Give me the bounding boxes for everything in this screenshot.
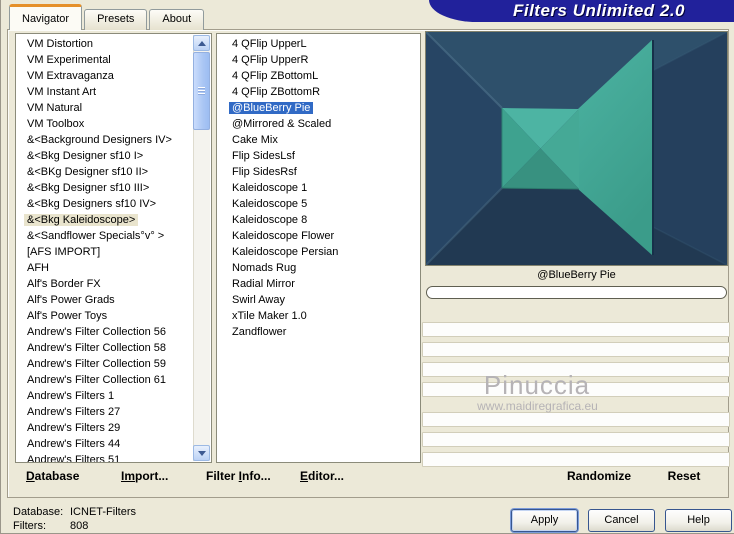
list-item[interactable]: Andrew's Filter Collection 58 [16, 340, 193, 356]
list-item[interactable]: VM Extravaganza [16, 68, 193, 84]
list-item[interactable]: &<Background Designers IV> [16, 132, 193, 148]
list-item[interactable]: AFH [16, 260, 193, 276]
filter-listbox: 4 QFlip UpperL 4 QFlip UpperR 4 QFlip ZBot… [216, 33, 421, 463]
tab-navigator[interactable]: Navigator [9, 4, 83, 30]
list-item[interactable]: 4 QFlip UpperR [217, 52, 420, 68]
preview-image[interactable] [425, 31, 728, 266]
list-item[interactable]: &<Sandflower Specials°v° > [16, 228, 193, 244]
list-item[interactable]: Zandflower [217, 324, 420, 340]
list-item[interactable]: Radial Mirror [217, 276, 420, 292]
category-listbox: VM Distortion VM Experimental VM Extravaga… [15, 33, 212, 463]
list-item[interactable]: &<Bkg Designer sf10 I> [16, 148, 193, 164]
parameter-row [422, 342, 730, 357]
editor-button[interactable]: Editor... [300, 469, 344, 483]
list-item[interactable]: Alf's Power Toys [16, 308, 193, 324]
list-item[interactable]: @Mirrored & Scaled [217, 116, 420, 132]
scroll-up-icon[interactable] [193, 35, 210, 51]
tab-about[interactable]: About [149, 9, 205, 30]
list-item[interactable]: Andrew's Filters 29 [16, 420, 193, 436]
list-item[interactable]: Andrew's Filter Collection 56 [16, 324, 193, 340]
parameter-row [422, 432, 730, 447]
list-item[interactable]: Alf's Border FX [16, 276, 193, 292]
tab-bar: Navigator Presets About [9, 4, 206, 30]
list-item[interactable]: Swirl Away [217, 292, 420, 308]
thumb-grip-icon [198, 86, 205, 96]
apply-button[interactable]: Apply [511, 509, 578, 532]
preview-caption: @BlueBerry Pie [537, 269, 616, 281]
status-database: Database: ICNET-Filters [13, 506, 136, 518]
scroll-down-icon[interactable] [193, 445, 210, 461]
filters-unlimited-dialog: Filters Unlimited 2.0 Navigator Presets … [0, 0, 734, 534]
list-item[interactable]: VM Instant Art [16, 84, 193, 100]
list-item[interactable]: Andrew's Filters 27 [16, 404, 193, 420]
parameter-row [422, 452, 730, 467]
status-filters: Filters: 808 [13, 520, 89, 532]
list-item[interactable]: Andrew's Filter Collection 61 [16, 372, 193, 388]
list-item[interactable]: Andrew's Filters 44 [16, 436, 193, 452]
list-item[interactable]: VM Experimental [16, 52, 193, 68]
list-item[interactable]: Alf's Power Grads [16, 292, 193, 308]
list-item[interactable]: Kaleidoscope 1 [217, 180, 420, 196]
list-item[interactable]: 4 QFlip ZBottomR [217, 84, 420, 100]
list-item[interactable]: Cake Mix [217, 132, 420, 148]
import-button[interactable]: Import... [121, 469, 168, 483]
randomize-button[interactable]: Randomize [539, 469, 659, 483]
list-item[interactable]: Andrew's Filters 51 [16, 452, 193, 462]
list-item[interactable]: Kaleidoscope 5 [217, 196, 420, 212]
list-item[interactable]: VM Distortion [16, 36, 193, 52]
app-title: Filters Unlimited 2.0 [512, 1, 686, 20]
scrollbar-thumb[interactable] [193, 52, 210, 130]
list-item[interactable]: &<Bkg Designer sf10 III> [16, 180, 193, 196]
database-button[interactable]: Database [26, 469, 79, 483]
list-item[interactable]: VM Natural [16, 100, 193, 116]
parameter-row [422, 412, 730, 427]
list-item[interactable]: Kaleidoscope Flower [217, 228, 420, 244]
watermark-url: www.maidiregrafica.eu [477, 399, 598, 413]
list-item[interactable]: 4 QFlip ZBottomL [217, 68, 420, 84]
list-item[interactable]: xTile Maker 1.0 [217, 308, 420, 324]
list-item[interactable]: &<BKg Designer sf10 II> [16, 164, 193, 180]
list-item[interactable]: Kaleidoscope Persian [217, 244, 420, 260]
progress-bar [426, 286, 727, 299]
list-item[interactable]: &<Bkg Kaleidoscope> [16, 212, 193, 228]
filter-list: 4 QFlip UpperL 4 QFlip UpperR 4 QFlip ZBot… [217, 36, 420, 340]
list-item[interactable]: [AFS IMPORT] [16, 244, 193, 260]
help-button[interactable]: Help [665, 509, 732, 532]
list-item[interactable]: Nomads Rug [217, 260, 420, 276]
tab-presets[interactable]: Presets [84, 9, 148, 30]
list-item[interactable]: VM Toolbox [16, 116, 193, 132]
parameter-row [422, 322, 730, 337]
filter-info-button[interactable]: Filter Info... [206, 469, 271, 483]
cancel-button[interactable]: Cancel [588, 509, 655, 532]
list-item[interactable]: &<Bkg Designers sf10 IV> [16, 196, 193, 212]
category-scrollbar[interactable] [193, 35, 210, 461]
watermark-name: Pinuccia [483, 370, 591, 400]
reset-button[interactable]: Reset [649, 469, 719, 483]
list-item[interactable]: Flip SidesRsf [217, 164, 420, 180]
list-item[interactable]: @BlueBerry Pie [217, 100, 420, 116]
category-list: VM Distortion VM Experimental VM Extravaga… [16, 36, 193, 462]
list-item[interactable]: Andrew's Filters 1 [16, 388, 193, 404]
list-item[interactable]: Andrew's Filter Collection 59 [16, 356, 193, 372]
list-item[interactable]: Kaleidoscope 8 [217, 212, 420, 228]
list-item[interactable]: Flip SidesLsf [217, 148, 420, 164]
list-item[interactable]: 4 QFlip UpperL [217, 36, 420, 52]
title-banner: Filters Unlimited 2.0 [429, 0, 734, 22]
